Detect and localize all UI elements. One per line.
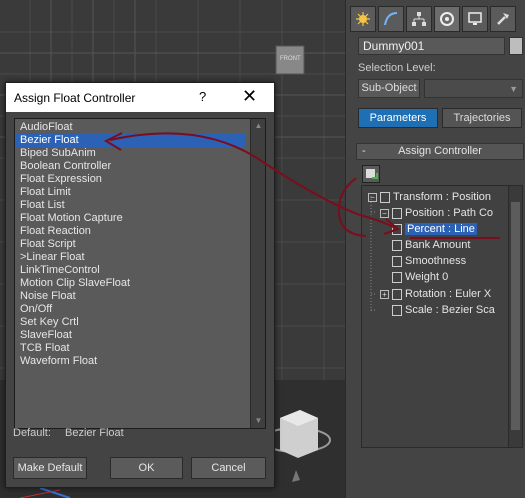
create-icon — [356, 12, 370, 26]
command-panel-tabs — [350, 6, 516, 32]
modify-icon — [384, 12, 398, 26]
tab-parameters[interactable]: Parameters — [358, 108, 438, 128]
assign-controller-button[interactable] — [362, 165, 380, 183]
sub-object-dropdown[interactable]: ▼ — [424, 79, 523, 98]
motion-tab[interactable] — [434, 6, 460, 32]
controller-list-item[interactable]: AudioFloat — [16, 121, 246, 134]
tree-node-smoothness[interactable]: Smoothness — [392, 254, 466, 268]
sub-object-button[interactable]: Sub-Object — [358, 79, 420, 98]
dialog-title: Assign Float Controller — [14, 91, 136, 105]
assign-float-controller-dialog: Assign Float Controller ? ✕ AudioFloat Be… — [5, 82, 275, 488]
controller-icon — [392, 304, 402, 316]
controller-icon — [392, 288, 402, 300]
default-value: Bezier Float — [65, 427, 124, 439]
controller-list-item[interactable]: Float Limit — [16, 186, 246, 199]
controller-list-item[interactable]: On/Off — [16, 303, 246, 316]
make-default-button[interactable]: Make Default — [13, 457, 87, 479]
default-label: Default: — [13, 427, 51, 439]
assign-controller-icon — [366, 169, 378, 179]
tree-node-transform[interactable]: − Transform : Position — [368, 190, 491, 204]
scroll-down-icon[interactable]: ▼ — [254, 416, 263, 426]
viewcube-icon[interactable] — [276, 46, 304, 74]
scrollbar-thumb[interactable] — [511, 202, 520, 430]
controller-list-item[interactable]: Biped SubAnim — [16, 147, 246, 160]
modify-tab[interactable] — [378, 6, 404, 32]
controller-list-item[interactable]: Float Reaction — [16, 225, 246, 238]
display-icon — [468, 12, 482, 25]
tree-node-scale[interactable]: Scale : Bezier Sca — [392, 303, 495, 317]
controller-tree[interactable]: − Transform : Position − Position : Path C… — [361, 185, 523, 448]
controller-list-item[interactable]: Set Key Crtl — [16, 316, 246, 329]
assign-controller-rollout-header[interactable]: - Assign Controller — [356, 143, 524, 160]
controller-list-item[interactable]: >Linear Float — [16, 251, 246, 264]
command-panel: Dummy001 Selection Level: Sub-Object ▼ P… — [345, 0, 525, 498]
expand-icon[interactable]: + — [380, 289, 389, 299]
tab-trajectories[interactable]: Trajectories — [442, 108, 522, 128]
controller-list-item[interactable]: Waveform Float — [16, 355, 246, 368]
tree-node-position[interactable]: − Position : Path Co — [380, 206, 493, 220]
float-controller-icon — [392, 271, 402, 283]
controller-list-item[interactable]: Noise Float — [16, 290, 246, 303]
create-tab[interactable] — [350, 6, 376, 32]
tree-node-percent[interactable]: Percent : Line — [392, 222, 477, 236]
help-button[interactable]: ? — [199, 89, 206, 104]
tree-node-weight[interactable]: Weight 0 — [392, 270, 448, 284]
scroll-up-icon[interactable]: ▲ — [254, 121, 263, 131]
tree-scrollbar[interactable] — [508, 186, 522, 447]
rollout-collapse-icon: - — [362, 145, 366, 157]
dialog-title-bar[interactable]: Assign Float Controller ? ✕ — [6, 83, 274, 112]
tree-node-bank-amount[interactable]: Bank Amount — [392, 238, 470, 252]
controller-list-item[interactable]: TCB Float — [16, 342, 246, 355]
object-name-field[interactable]: Dummy001 — [358, 37, 505, 55]
hierarchy-tab[interactable] — [406, 6, 432, 32]
chevron-down-icon: ▼ — [509, 84, 518, 94]
controller-list-item[interactable]: Float Expression — [16, 173, 246, 186]
controller-list-item[interactable]: LinkTimeControl — [16, 264, 246, 277]
ok-button[interactable]: OK — [110, 457, 183, 479]
float-controller-icon — [392, 239, 402, 251]
hierarchy-icon — [412, 12, 426, 26]
tree-connectors — [370, 196, 376, 311]
controller-icon — [392, 207, 402, 219]
tree-node-rotation[interactable]: + Rotation : Euler X — [380, 287, 491, 301]
controller-listbox[interactable]: AudioFloat Bezier Float Biped SubAnim Boole… — [14, 118, 266, 429]
controller-list-item[interactable]: Float List — [16, 199, 246, 212]
controller-list-item[interactable]: Float Motion Capture — [16, 212, 246, 225]
display-tab[interactable] — [462, 6, 488, 32]
close-button[interactable]: ✕ — [242, 86, 257, 107]
cancel-button[interactable]: Cancel — [191, 457, 266, 479]
listbox-scrollbar[interactable]: ▲ ▼ — [250, 119, 265, 428]
controller-list-item[interactable]: Bezier Float — [16, 134, 246, 147]
object-color-swatch[interactable] — [509, 37, 523, 55]
motion-icon — [440, 12, 454, 26]
float-controller-icon — [392, 255, 402, 267]
controller-icon — [380, 191, 390, 203]
utilities-icon — [497, 13, 509, 25]
controller-list: AudioFloat Bezier Float Biped SubAnim Boole… — [16, 121, 246, 368]
rollout-title: Assign Controller — [398, 145, 482, 157]
collapse-icon[interactable]: − — [380, 208, 389, 218]
float-controller-icon — [392, 223, 402, 235]
controller-list-item[interactable]: Motion Clip SlaveFloat — [16, 277, 246, 290]
utilities-tab[interactable] — [490, 6, 516, 32]
selection-level-label: Selection Level: — [358, 62, 436, 74]
controller-list-item[interactable]: Float Script — [16, 238, 246, 251]
collapse-icon[interactable]: − — [368, 192, 377, 202]
controller-list-item[interactable]: Boolean Controller — [16, 160, 246, 173]
controller-list-item[interactable]: SlaveFloat — [16, 329, 246, 342]
